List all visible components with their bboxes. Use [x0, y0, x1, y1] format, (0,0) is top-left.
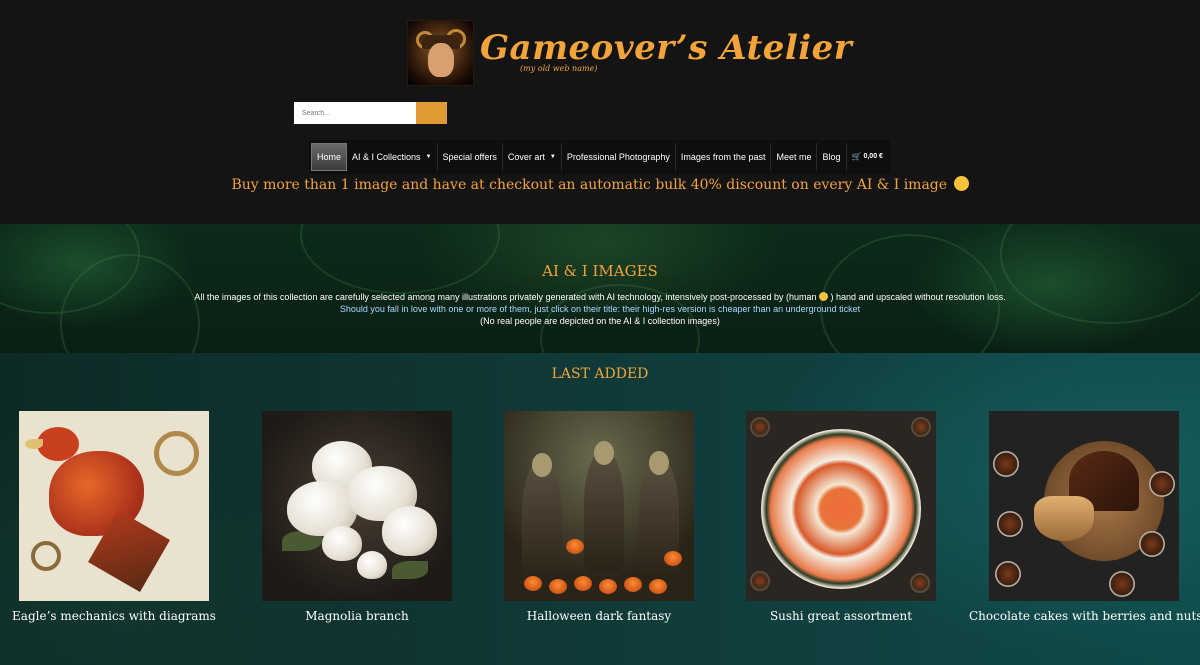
search-button[interactable]: [416, 102, 447, 124]
product-image[interactable]: [504, 411, 694, 601]
nav-item-meet-me[interactable]: Meet me: [771, 143, 818, 171]
nav-item-images-from-the-past[interactable]: Images from the past: [676, 143, 772, 171]
nav-label: Professional Photography: [566, 152, 670, 162]
nav-item-ai-collections[interactable]: AI & I Collections ▼: [347, 143, 438, 171]
promo-text: Buy more than 1 image and have at checko…: [231, 177, 948, 193]
collection-description: All the images of this collection are ca…: [0, 292, 1200, 302]
promo-banner: Buy more than 1 image and have at checko…: [0, 176, 1200, 193]
description-text: All the images of this collection are ca…: [194, 292, 817, 302]
product-image[interactable]: [746, 411, 936, 601]
product-title[interactable]: Magnolia branch: [242, 609, 472, 623]
cart-total: 0,00 €: [863, 153, 883, 160]
product-card: Magnolia branch: [262, 411, 452, 623]
logo-image: [407, 20, 474, 86]
nav-item-cover-art[interactable]: Cover art ▼: [503, 143, 562, 171]
collection-banner: AI & I IMAGES All the images of this col…: [0, 224, 1200, 353]
nav-label: Meet me: [776, 152, 812, 162]
product-image[interactable]: [19, 411, 209, 601]
cart-icon: 🛒: [851, 152, 862, 161]
chevron-down-icon: ▼: [549, 154, 556, 160]
chevron-down-icon: ▼: [425, 154, 432, 160]
section-title: LAST ADDED: [551, 366, 649, 382]
product-card: Sushi great assortment: [746, 411, 936, 623]
nav-label: Images from the past: [680, 152, 766, 162]
nav-item-professional-photography[interactable]: Professional Photography: [562, 143, 676, 171]
search-form: [294, 102, 447, 124]
main-nav: Home AI & I Collections ▼ Special offers …: [309, 140, 890, 174]
nav-label: Blog: [822, 152, 841, 162]
last-added-section: LAST ADDED Eagle’s mechanics with diagra…: [0, 353, 1200, 665]
smile-emoji-icon: [819, 292, 829, 301]
product-card: Eagle’s mechanics with diagrams: [12, 411, 216, 623]
logo-title: Gameover’s Atelier: [480, 28, 853, 68]
product-card: Chocolate cakes with berries and nuts: [969, 411, 1200, 623]
product-image[interactable]: [989, 411, 1179, 601]
collection-title: AI & I IMAGES: [542, 262, 658, 280]
search-input[interactable]: [294, 102, 416, 124]
product-image[interactable]: [262, 411, 452, 601]
site-header: Gameover’s Atelier (my old web name) Hom…: [0, 0, 1200, 224]
product-card: Halloween dark fantasy: [504, 411, 694, 623]
nav-label: Home: [317, 152, 342, 162]
nav-label: AI & I Collections: [352, 152, 421, 162]
site-logo[interactable]: Gameover’s Atelier (my old web name): [407, 20, 852, 86]
product-title[interactable]: Eagle’s mechanics with diagrams: [0, 609, 229, 623]
nav-item-home[interactable]: Home: [311, 143, 348, 171]
product-title[interactable]: Sushi great assortment: [726, 609, 956, 623]
nav-item-special-offers[interactable]: Special offers: [438, 143, 503, 171]
nav-label: Special offers: [442, 152, 497, 162]
description-text: ) hand and upscaled without resolution l…: [830, 292, 1006, 302]
wink-emoji-icon: [953, 176, 969, 191]
cart-link[interactable]: 🛒 0,00 €: [847, 143, 888, 171]
nav-item-blog[interactable]: Blog: [817, 143, 847, 171]
collection-callout: Should you fall in love with one or more…: [339, 304, 861, 314]
product-title[interactable]: Halloween dark fantasy: [484, 609, 714, 623]
nav-label: Cover art: [507, 152, 545, 162]
collection-disclaimer: (No real people are depicted on the AI &…: [480, 316, 720, 326]
product-title[interactable]: Chocolate cakes with berries and nuts: [969, 609, 1200, 623]
